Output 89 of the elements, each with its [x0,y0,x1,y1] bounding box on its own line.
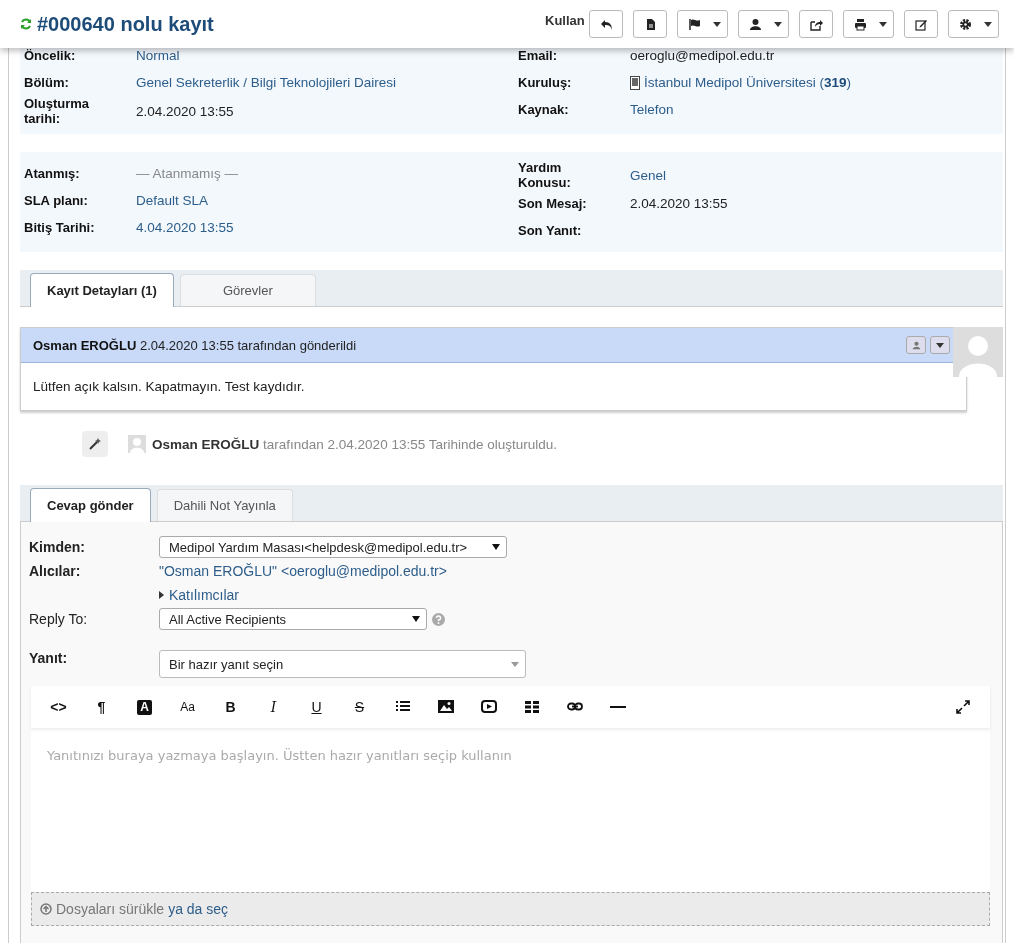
flag-button[interactable] [677,10,728,38]
text-color-button[interactable]: A [137,699,152,715]
field-value: — Atanmamış — [136,166,239,181]
upload-icon [40,903,52,915]
tab[interactable]: Görevler [179,274,316,306]
caret-icon [492,544,500,550]
format-button[interactable]: <> [37,692,80,722]
ticket-title[interactable]: #000640 nolu kayıt [37,12,214,36]
table-icon [523,699,540,715]
field-label: Son Yanıt: [518,223,583,238]
strikethrough-button[interactable]: S [338,692,381,722]
format-button[interactable]: ¶ [80,692,123,722]
field-value: Telefon [630,102,674,117]
person-icon [911,340,921,350]
flag-icon [688,17,701,31]
document-button[interactable] [633,10,667,38]
message-meta: Osman EROĞLU 2.04.2020 13:55 tarafından gönderildi [33,337,357,353]
dropdown[interactable]: All Active Recipients [159,608,427,630]
help-icon [432,612,445,626]
caret-icon [936,342,944,348]
caret-icon [713,21,721,27]
caret-icon [412,616,420,622]
caret-icon [984,21,992,27]
field-label: Öncelik: [24,48,77,63]
options-button[interactable] [930,336,950,354]
field-label: Alıcılar: [29,563,82,579]
field-label: Kullan [545,13,585,28]
gear-button[interactable] [948,10,999,38]
field-label: Oluşturma tarihi: [24,96,90,126]
avatar-icon [128,435,146,453]
event-text: Osman EROĞLU tarafından 2.04.2020 13:55 Tarihinde oluşturuldu. [152,436,557,452]
caret-icon [511,661,519,667]
tab[interactable]: Cevap gönder [30,488,151,522]
edit-button[interactable] [904,10,938,38]
italic-button[interactable]: I [252,692,295,722]
person-button[interactable] [738,10,789,38]
reply-text-field[interactable]: Yanıtınızı buraya yazmaya başlayın. Üstten hazır yanıtları seçip kullanın [31,728,990,892]
expand-icon [955,700,970,714]
field-label: SLA planı: [24,193,89,208]
caret-icon [879,21,887,27]
field-label: Kaynak: [518,102,570,117]
dropdown[interactable]: Medipol Yardım Masası<helpdesk@medipol.edu.tr> [159,536,507,558]
field-value: Default SLA [136,193,209,208]
magic-wand-icon [88,437,102,451]
building-icon [630,75,640,90]
field-label: Bölüm: [24,75,70,90]
refresh-icon [20,18,32,30]
field-value: 2.04.2020 13:55 [630,196,728,211]
collaborators-link[interactable]: Katılımcılar [159,587,239,603]
video-icon [480,699,497,715]
horizontal-rule-icon [609,706,626,708]
field-label: Atanmış: [24,166,81,181]
dropzone-text: Dosyaları sürükle [56,901,165,917]
triangle-icon [159,591,164,599]
dropdown[interactable]: Bir hazır yanıt seçin [159,650,526,678]
field-label: Yanıt: [29,650,69,666]
image-icon [437,699,454,715]
field-label: Son Mesaj: [518,196,588,211]
field-value: 2.04.2020 13:55 [136,103,234,119]
share-button[interactable] [799,10,833,38]
field-label: Kimden: [29,539,86,555]
caret-icon [774,21,782,27]
share-icon [809,17,823,31]
recipient-link[interactable]: "Osman EROĞLU" <oeroglu@medipol.edu.tr> [159,563,447,579]
field-value: Genel Sekreterlik / Bilgi Teknolojileri Dairesi [136,75,397,90]
field-value: 4.04.2020 13:55 [136,220,234,235]
field-label: Bitiş Tarihi: [24,220,96,235]
tab[interactable]: Dahili Not Yayınla [156,489,293,521]
print-button[interactable] [843,10,894,38]
font-size-button[interactable]: Aa [166,692,209,722]
reply-button[interactable] [589,10,623,38]
bold-button[interactable]: B [209,692,252,722]
file-dropzone[interactable]: Dosyaları sürükle ya da seç [31,892,990,926]
choose-files-link[interactable]: ya da seç [168,901,229,917]
tab[interactable]: Kayıt Detayları (1) [30,273,174,307]
underline-button[interactable]: U [295,692,338,722]
field-value: Genel [630,167,667,183]
field-label: Yardım Konusu: [518,160,572,190]
message-text: Lütfen açık kalsın. Kapatmayın. Test kaydıdır. [32,378,306,396]
printer-icon [854,17,867,31]
field-value: Normal [136,48,180,63]
edit-icon [914,17,928,31]
field-value: oeroglu@medipol.edu.tr [630,48,775,63]
person-icon [749,17,762,31]
field-label: Email: [518,48,558,63]
gear-icon [959,17,972,31]
field-label: Kuruluş: [518,75,573,90]
organization-link[interactable]: İstanbul Medipol Üniversitesi (319) [644,75,852,90]
field-label: Reply To: [29,611,89,627]
